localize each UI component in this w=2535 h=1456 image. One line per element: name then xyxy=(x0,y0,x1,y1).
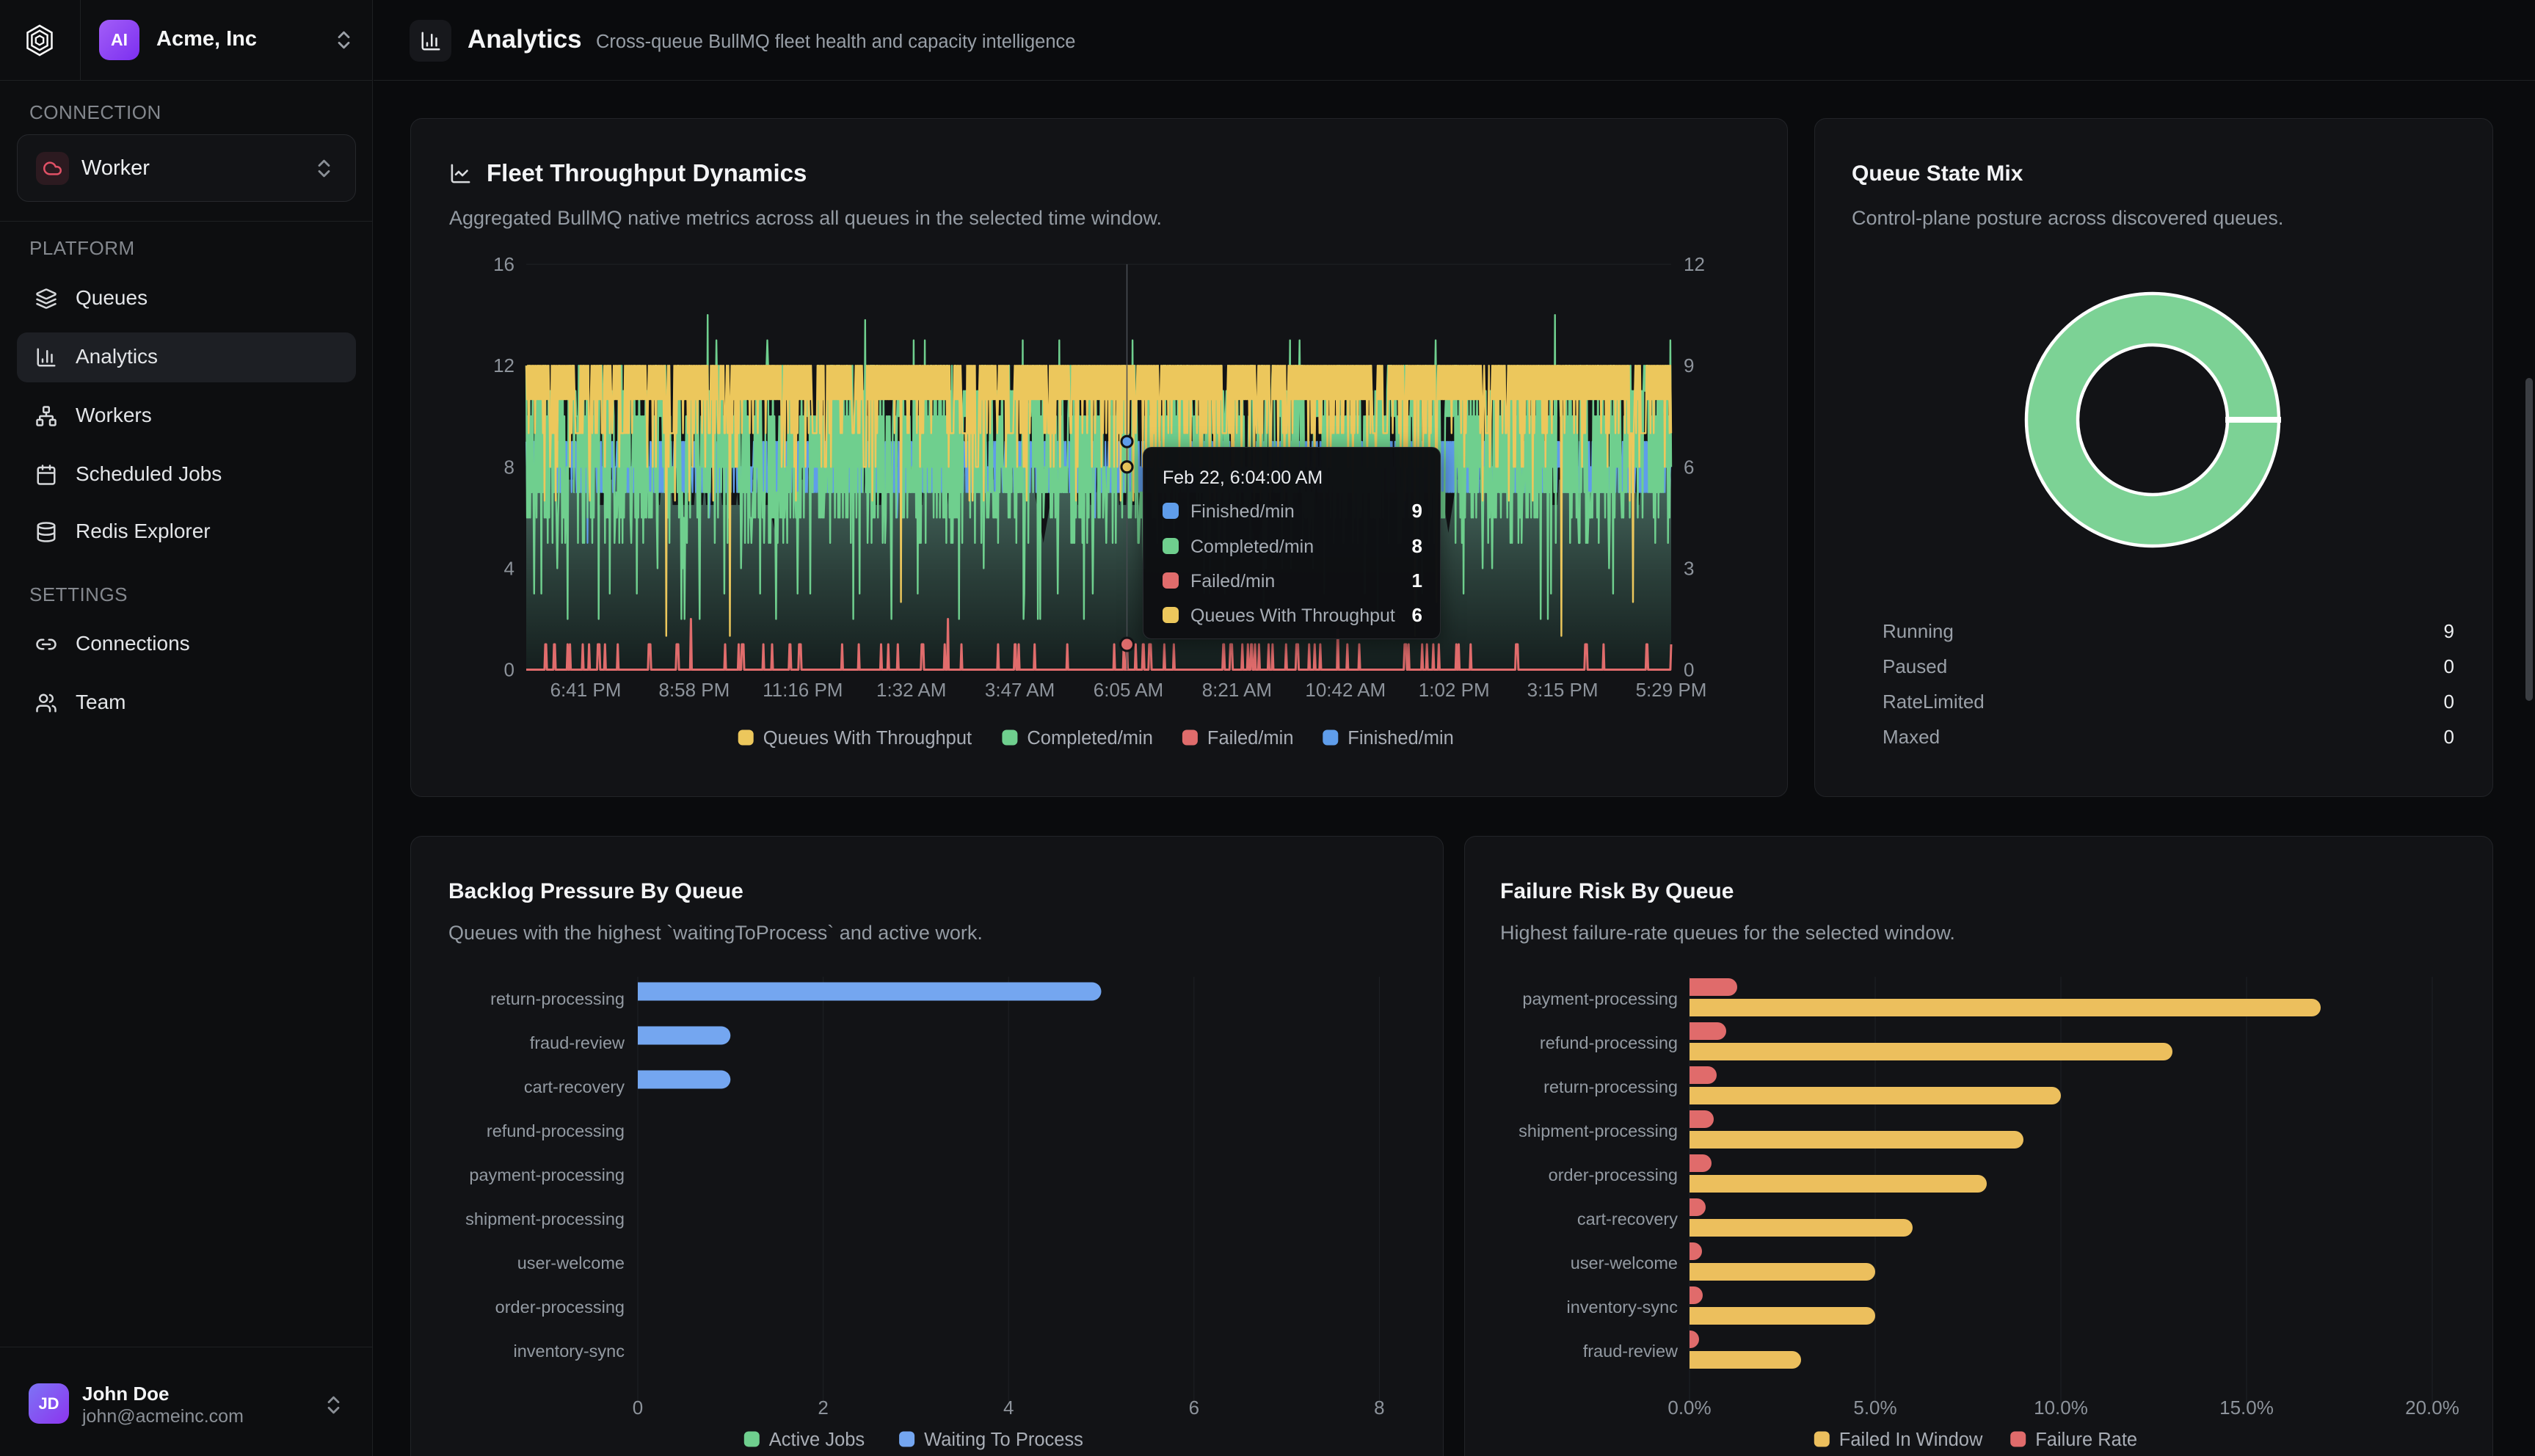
svg-text:shipment-processing: shipment-processing xyxy=(465,1209,625,1228)
svg-text:Waiting To Process: Waiting To Process xyxy=(924,1430,1083,1450)
svg-text:Failed In Window: Failed In Window xyxy=(1839,1430,1983,1450)
svg-text:6: 6 xyxy=(1684,456,1694,478)
svg-text:user-welcome: user-welcome xyxy=(1571,1253,1678,1273)
svg-text:8: 8 xyxy=(1374,1397,1384,1419)
svg-text:1:32 AM: 1:32 AM xyxy=(876,679,946,701)
svg-text:20.0%: 20.0% xyxy=(2405,1397,2459,1419)
svg-text:5:29 PM: 5:29 PM xyxy=(1636,679,1707,701)
svg-text:9: 9 xyxy=(1684,354,1694,376)
svg-text:4: 4 xyxy=(1003,1397,1014,1419)
svg-text:8:21 AM: 8:21 AM xyxy=(1202,679,1272,701)
svg-text:shipment-processing: shipment-processing xyxy=(1519,1121,1678,1140)
svg-text:10.0%: 10.0% xyxy=(2034,1397,2088,1419)
svg-text:3: 3 xyxy=(1684,557,1694,579)
svg-text:fraud-review: fraud-review xyxy=(1583,1342,1679,1361)
svg-text:Active Jobs: Active Jobs xyxy=(769,1430,865,1450)
svg-text:1:02 PM: 1:02 PM xyxy=(1419,679,1490,701)
svg-text:0: 0 xyxy=(1684,659,1694,681)
svg-text:6: 6 xyxy=(1189,1397,1199,1419)
svg-text:fraud-review: fraud-review xyxy=(530,1033,625,1052)
svg-text:3:15 PM: 3:15 PM xyxy=(1527,679,1599,701)
svg-text:8: 8 xyxy=(504,456,514,478)
svg-text:refund-processing: refund-processing xyxy=(1540,1033,1678,1052)
svg-text:inventory-sync: inventory-sync xyxy=(514,1342,625,1361)
svg-text:15.0%: 15.0% xyxy=(2219,1397,2274,1419)
svg-text:4: 4 xyxy=(504,557,514,579)
svg-text:0: 0 xyxy=(633,1397,643,1419)
svg-text:return-processing: return-processing xyxy=(1543,1077,1678,1096)
svg-text:10:42 AM: 10:42 AM xyxy=(1305,679,1386,701)
svg-text:12: 12 xyxy=(1684,253,1705,275)
svg-text:order-processing: order-processing xyxy=(495,1297,625,1317)
svg-text:Queues With Throughput: Queues With Throughput xyxy=(763,728,972,749)
svg-text:return-processing: return-processing xyxy=(490,989,625,1008)
svg-text:Failed/min: Failed/min xyxy=(1207,728,1294,749)
svg-text:Completed/min: Completed/min xyxy=(1027,728,1153,749)
svg-text:5.0%: 5.0% xyxy=(1853,1397,1896,1419)
svg-text:cart-recovery: cart-recovery xyxy=(524,1077,625,1096)
svg-text:3:47 AM: 3:47 AM xyxy=(985,679,1055,701)
svg-text:payment-processing: payment-processing xyxy=(469,1165,625,1184)
svg-text:payment-processing: payment-processing xyxy=(1522,989,1678,1008)
svg-text:6:05 AM: 6:05 AM xyxy=(1094,679,1163,701)
svg-text:16: 16 xyxy=(493,253,514,275)
svg-text:cart-recovery: cart-recovery xyxy=(1577,1209,1678,1228)
svg-text:12: 12 xyxy=(493,354,514,376)
svg-text:order-processing: order-processing xyxy=(1549,1165,1678,1184)
svg-text:0: 0 xyxy=(504,659,514,681)
svg-text:11:16 PM: 11:16 PM xyxy=(763,679,843,701)
svg-text:Finished/min: Finished/min xyxy=(1347,728,1454,749)
svg-text:inventory-sync: inventory-sync xyxy=(1567,1297,1679,1317)
svg-text:6:41 PM: 6:41 PM xyxy=(550,679,622,701)
svg-text:8:58 PM: 8:58 PM xyxy=(658,679,730,701)
svg-text:2: 2 xyxy=(818,1397,828,1419)
svg-text:Failure Rate: Failure Rate xyxy=(2035,1430,2137,1450)
svg-text:user-welcome: user-welcome xyxy=(517,1253,625,1273)
svg-text:refund-processing: refund-processing xyxy=(487,1121,625,1140)
svg-text:0.0%: 0.0% xyxy=(1667,1397,1711,1419)
